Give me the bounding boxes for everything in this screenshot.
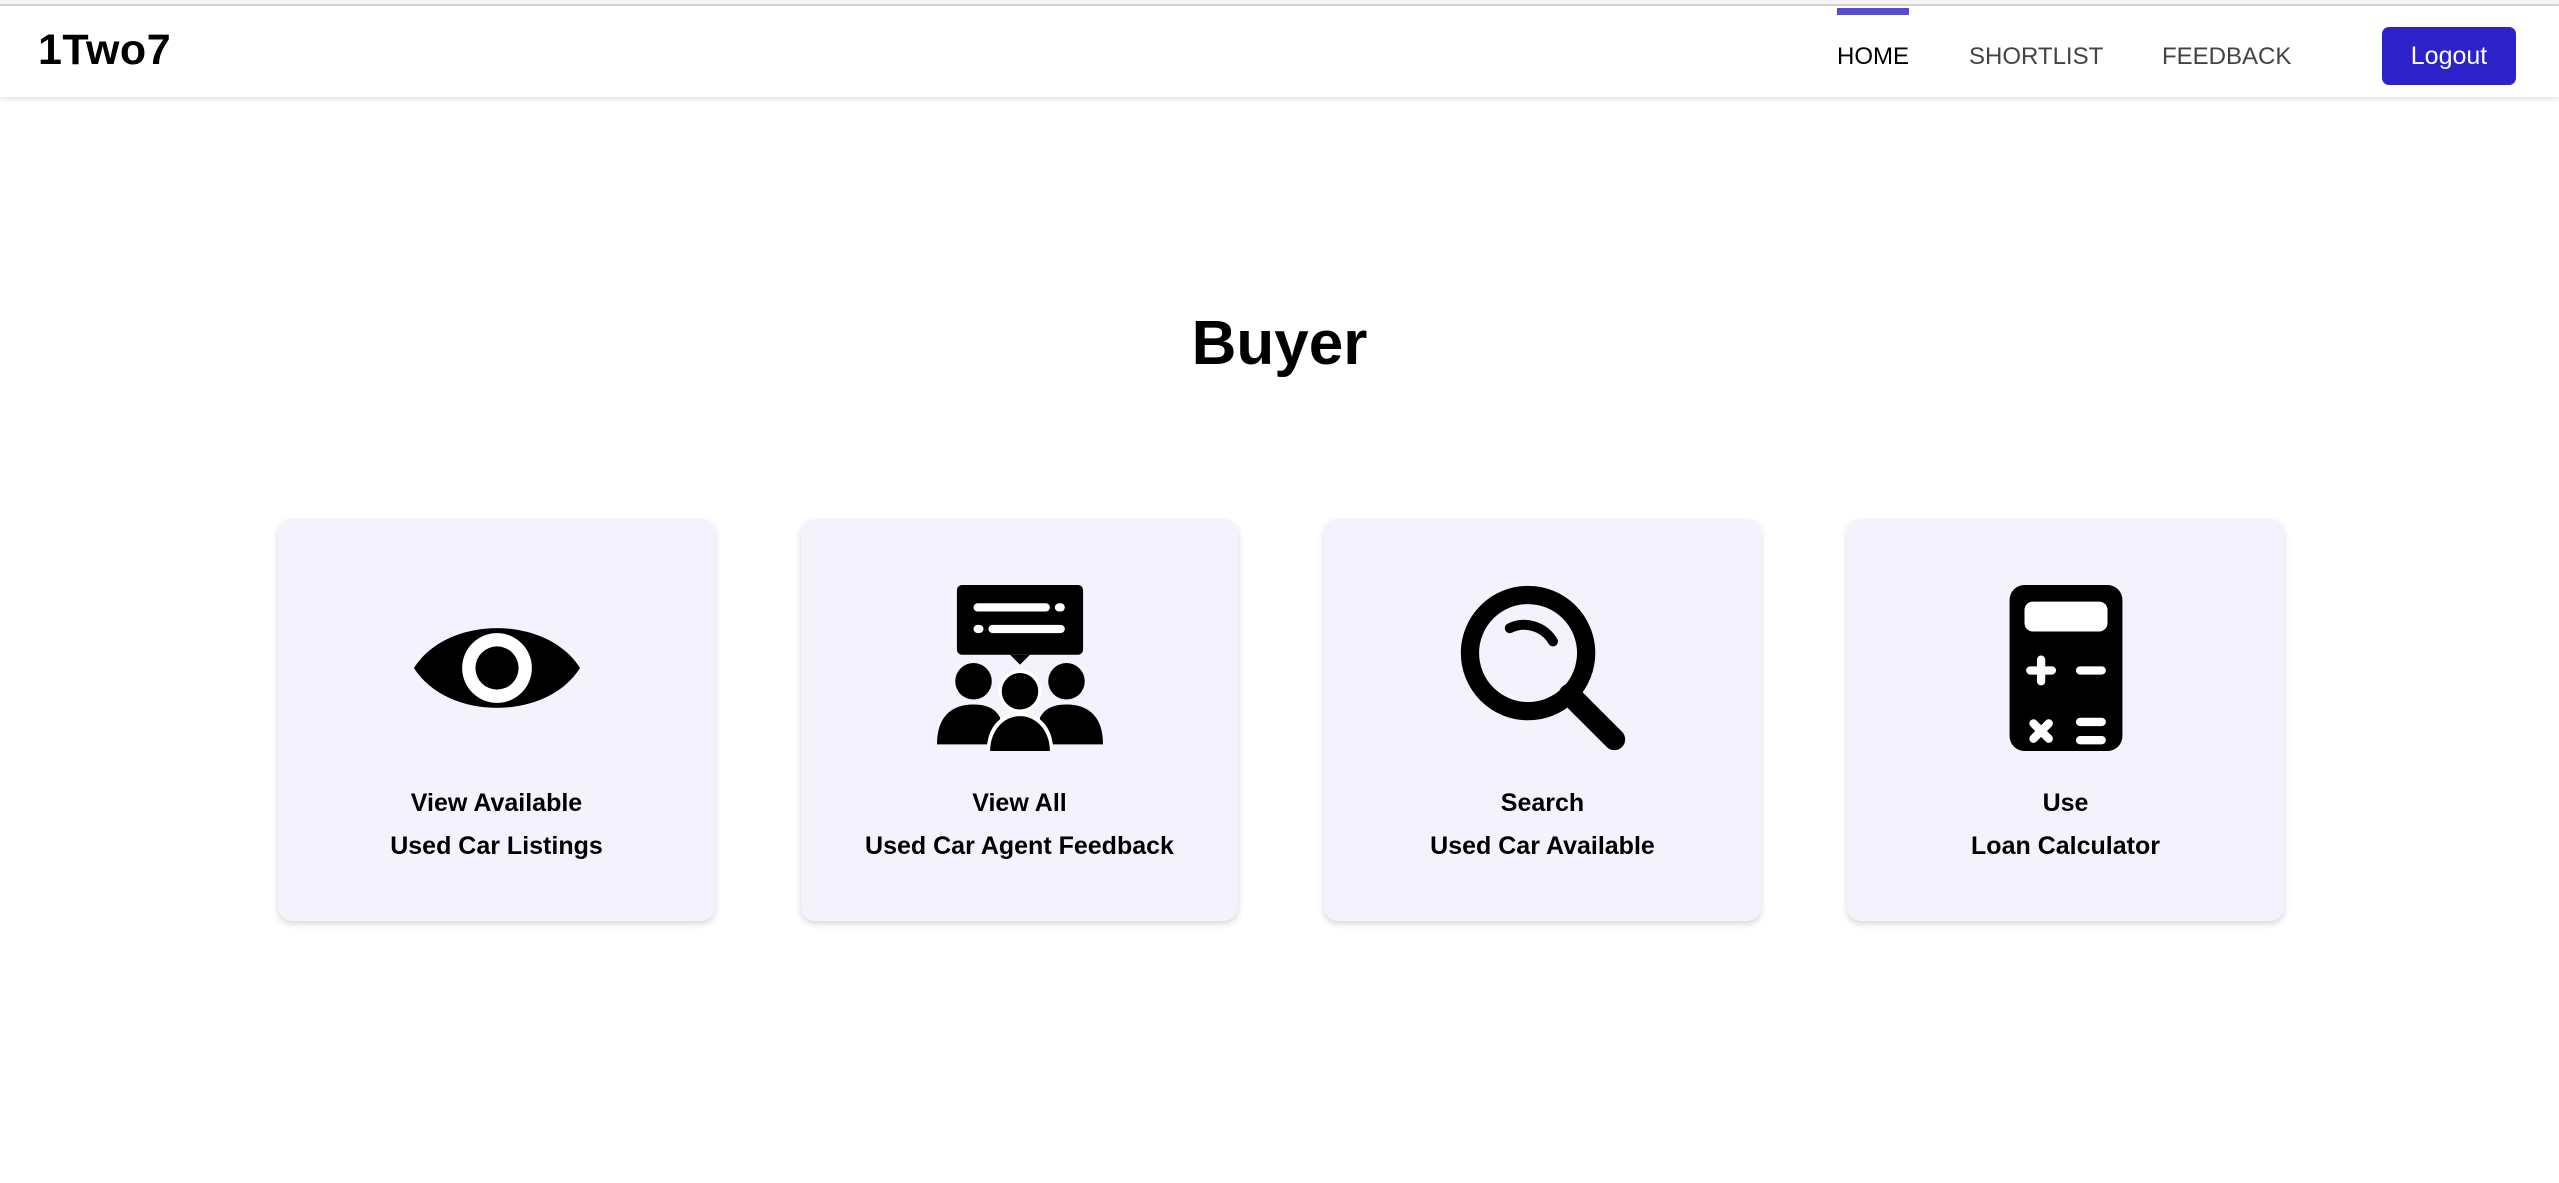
card-label-line1: View All (972, 789, 1067, 817)
card-label-line1: Use (2042, 789, 2089, 817)
logout-button[interactable]: Logout (2382, 27, 2516, 85)
magnifier-icon (1460, 585, 1626, 751)
eye-icon (413, 585, 580, 751)
card-view-listings[interactable]: View Available Used Car Listings (278, 519, 715, 921)
card-search[interactable]: Search Used Car Available (1324, 519, 1761, 921)
page-title: Buyer (1191, 309, 1368, 378)
card-view-feedback[interactable]: View All Used Car Agent Feedback (801, 519, 1238, 921)
navbar: 1Two7 HOME SHORTLIST FEEDBACK Logout (0, 6, 2559, 97)
card-label-line1: View Available (410, 789, 583, 817)
calculator-icon (1983, 585, 2149, 751)
active-nav-indicator (1837, 8, 1909, 15)
card-label-line2: Used Car Available (1430, 832, 1655, 860)
people-feedback-icon (936, 585, 1103, 751)
card-label-line1: Search (1500, 789, 1585, 817)
nav-shortlist[interactable]: SHORTLIST (1969, 43, 2103, 71)
nav-feedback[interactable]: FEEDBACK (2162, 43, 2291, 71)
card-loan-calculator[interactable]: Use Loan Calculator (1847, 519, 2284, 921)
brand-logo[interactable]: 1Two7 (38, 26, 171, 75)
card-label-line2: Used Car Listings (390, 832, 603, 860)
nav-home[interactable]: HOME (1837, 43, 1909, 71)
card-label-line2: Loan Calculator (1971, 832, 2160, 860)
card-label-line2: Used Car Agent Feedback (865, 832, 1174, 860)
